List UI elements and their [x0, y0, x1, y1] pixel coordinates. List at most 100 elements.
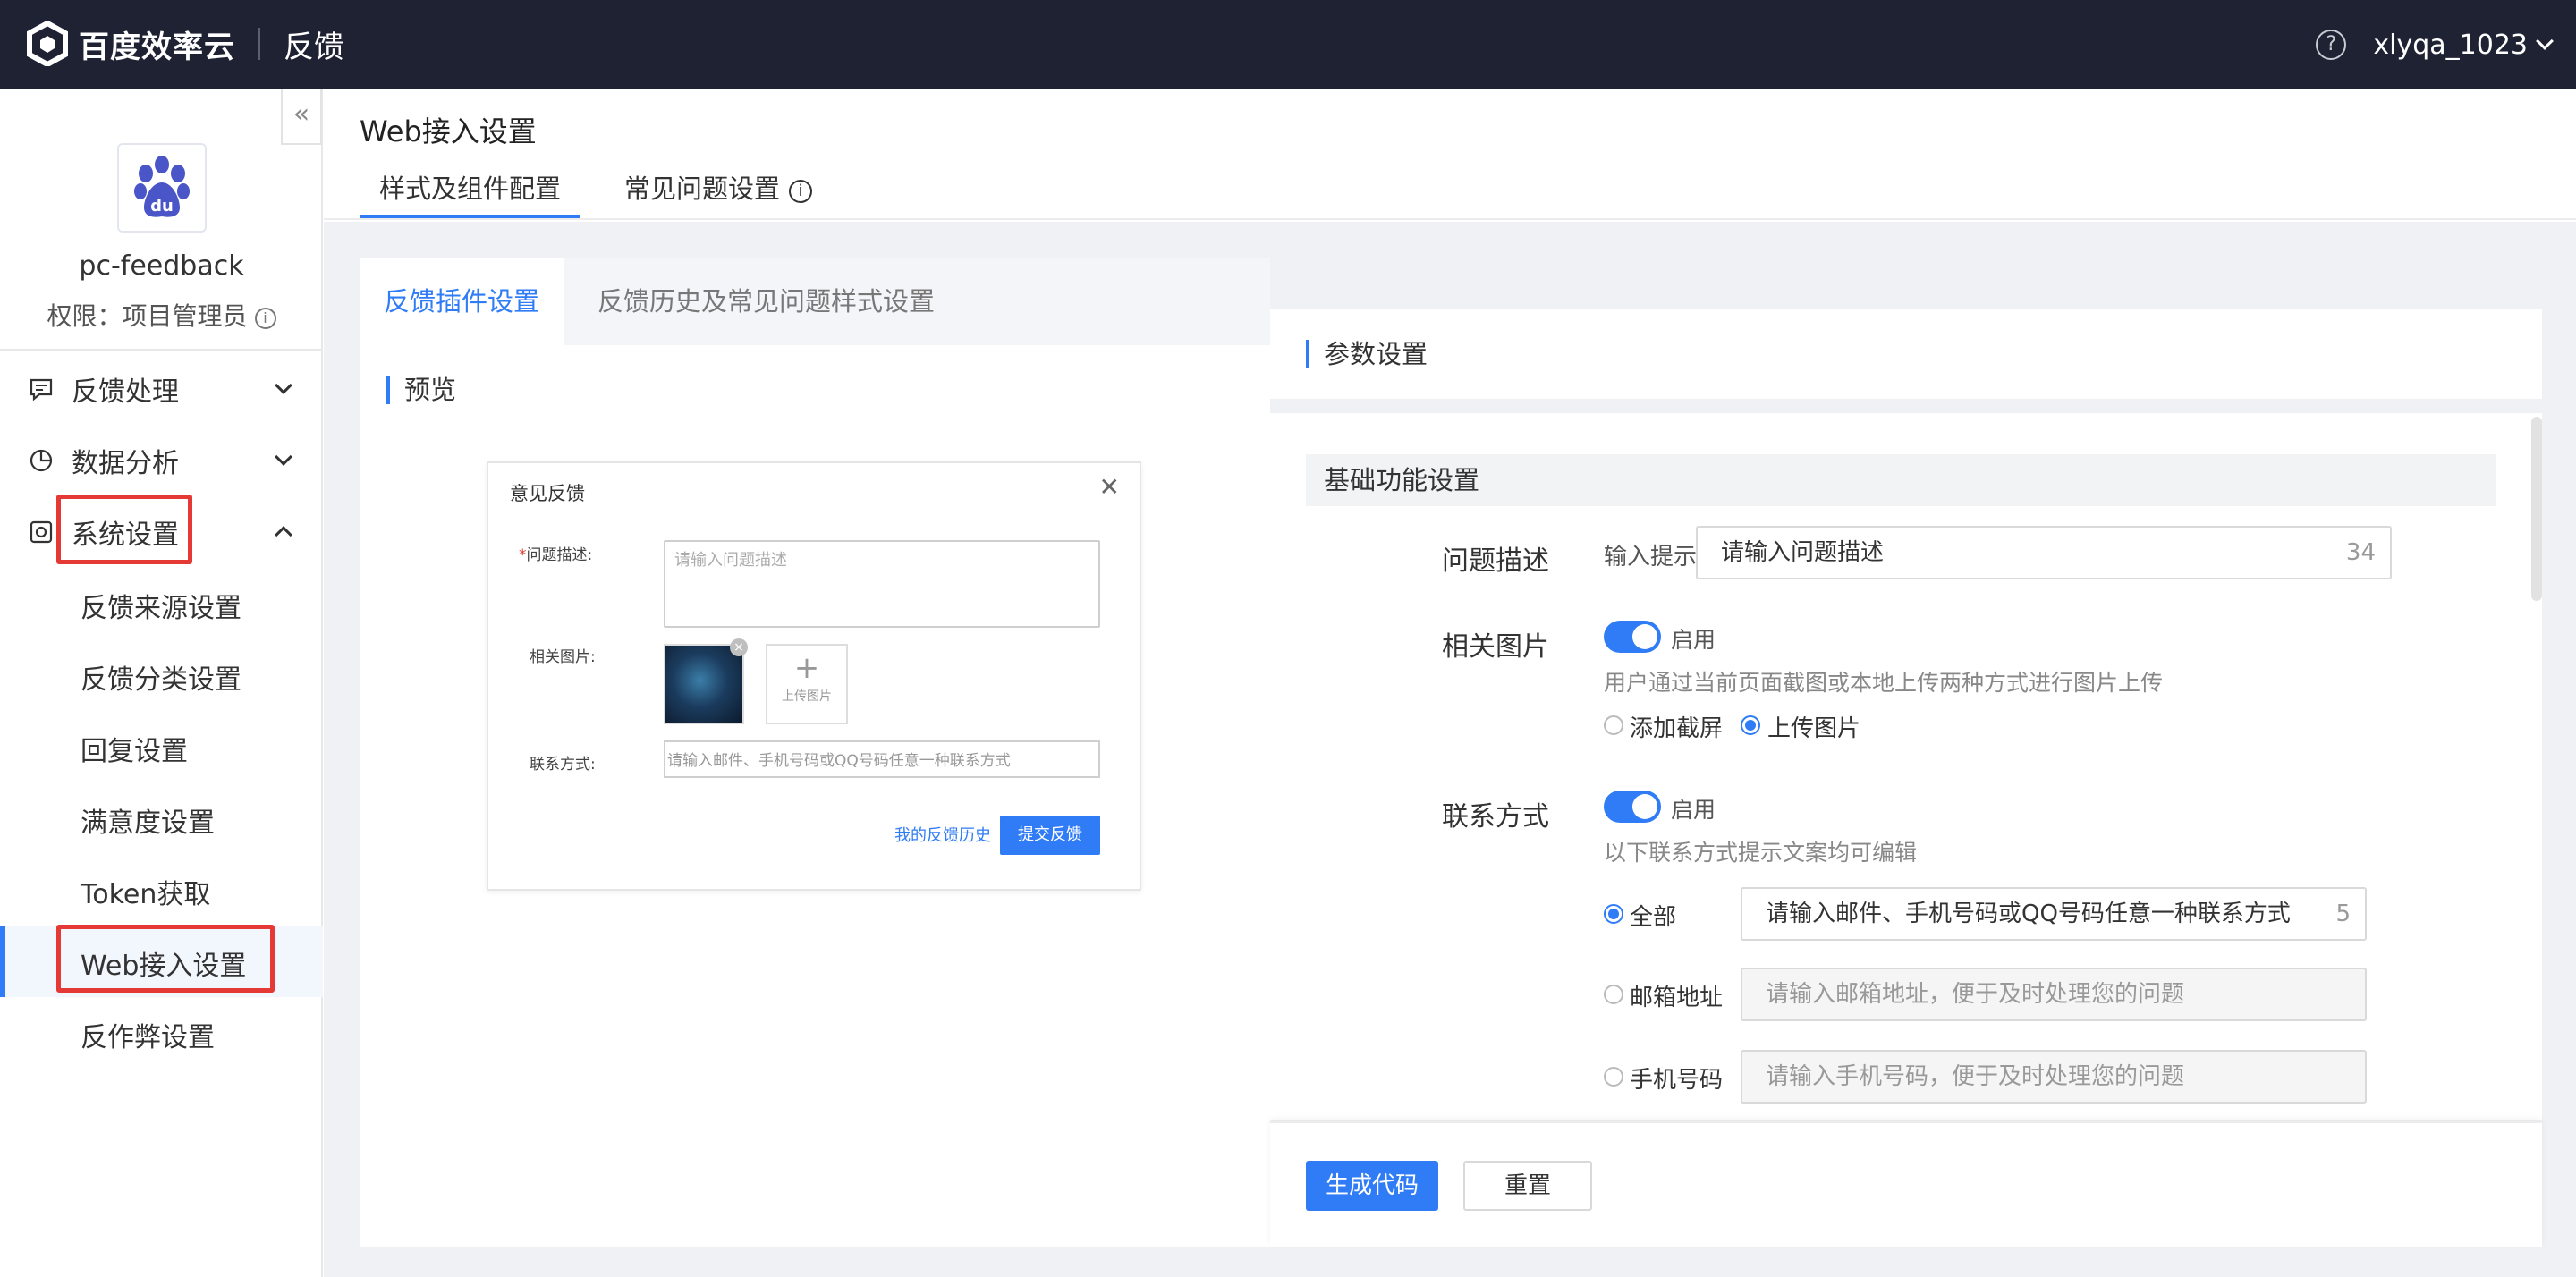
sidebar-item-label: 反馈分类设置 [80, 664, 242, 696]
hint-label: 输入提示 [1604, 544, 1698, 571]
preview-section-title: 预览 [386, 376, 456, 404]
problem-field-label: 问题描述 [1442, 545, 1549, 577]
sidebar-divider [0, 349, 323, 351]
params-section-title: 参数设置 [1306, 340, 1428, 368]
brand-divider [258, 28, 260, 60]
brand-logo-icon [27, 21, 68, 66]
problem-hint-value: 请输入问题描述 [1721, 539, 1885, 566]
submit-feedback-button[interactable]: 提交反馈 [1000, 816, 1100, 855]
info-circle-icon[interactable]: i [789, 180, 813, 203]
username[interactable]: xlyqa_1023 [2373, 30, 2528, 61]
contact-label: 联系方式: [530, 756, 596, 774]
page-title: Web接入设置 [360, 114, 537, 148]
sidebar-item-feedback-category[interactable]: 反馈分类设置 [0, 639, 323, 711]
inner-tab-bar: 反馈插件设置 反馈历史及常见问题样式设置 [360, 258, 1270, 345]
tab-faq-settings[interactable]: 常见问题设置 i [624, 168, 813, 218]
plus-icon: + [793, 650, 820, 686]
contact-all-input[interactable]: 请输入邮件、手机号码或QQ号码任意一种联系方式 5 [1741, 887, 2367, 941]
radio-contact-email[interactable] [1604, 985, 1623, 1004]
problem-hint-input[interactable]: 请输入问题描述 34 [1696, 526, 2392, 579]
scrollbar[interactable] [2531, 417, 2542, 601]
contact-email-input[interactable]: 请输入邮箱地址，便于及时处理您的问题 [1741, 968, 2367, 1021]
image-description: 用户通过当前页面截图或本地上传两种方式进行图片上传 [1604, 670, 2164, 696]
remove-image-icon[interactable]: × [730, 638, 748, 656]
generate-code-button[interactable]: 生成代码 [1306, 1161, 1438, 1211]
char-count: 34 [2345, 539, 2376, 566]
baidu-paw-icon: du [134, 156, 190, 217]
tab-label: 反馈历史及常见问题样式设置 [597, 286, 936, 317]
radio-label: 全部 [1630, 904, 1677, 931]
toggle-label: 启用 [1671, 627, 1716, 653]
sidebar-item-satisfaction[interactable]: 满意度设置 [0, 782, 323, 854]
main-header: Web接入设置 样式及组件配置 常见问题设置 i [324, 89, 2576, 220]
highlight-box-system-settings [56, 495, 192, 564]
dialog-title: 意见反馈 [510, 483, 585, 504]
highlight-box-web-access [56, 925, 275, 993]
message-icon [30, 378, 53, 402]
tab-label: 反馈插件设置 [383, 286, 539, 317]
radio-upload-image[interactable] [1741, 715, 1760, 735]
radio-label: 添加截屏 [1630, 715, 1724, 742]
contact-phone-input[interactable]: 请输入手机号码，便于及时处理您的问题 [1741, 1050, 2367, 1104]
radio-label: 手机号码 [1630, 1067, 1724, 1094]
nav-group-analytics[interactable]: 数据分析 [0, 434, 323, 487]
image-label: 相关图片: [530, 648, 596, 666]
image-enable-toggle[interactable] [1604, 621, 1661, 653]
radio-contact-phone[interactable] [1604, 1067, 1623, 1087]
sidebar: « du pc-feedback 权限：项目管理员 i 反馈处理 数据分析 系统… [0, 89, 323, 1277]
settings-icon [30, 520, 53, 544]
upload-label: 上传图片 [782, 689, 832, 704]
radio-label: 邮箱地址 [1630, 985, 1724, 1011]
tab-style-config[interactable]: 样式及组件配置 [360, 168, 581, 218]
chevron-down-icon [275, 376, 292, 394]
sidebar-item-label: 满意度设置 [80, 808, 215, 839]
pie-chart-icon [30, 449, 53, 472]
svg-text:du: du [150, 197, 174, 216]
sidebar-item-feedback-source[interactable]: 反馈来源设置 [0, 568, 323, 639]
brand-name: 百度效率云 [79, 29, 235, 65]
tab-history-style-settings[interactable]: 反馈历史及常见问题样式设置 [597, 258, 935, 345]
nav-group-label: 数据分析 [72, 448, 179, 479]
radio-contact-all[interactable] [1604, 904, 1623, 924]
nav-group-feedback[interactable]: 反馈处理 [0, 362, 323, 416]
tab-plugin-settings[interactable]: 反馈插件设置 [360, 258, 564, 345]
reset-button[interactable]: 重置 [1463, 1161, 1592, 1211]
radio-label: 上传图片 [1767, 715, 1861, 742]
sidebar-item-label: 反作弊设置 [80, 1022, 215, 1053]
problem-label: *问题描述: [519, 546, 593, 564]
project-name: pc-feedback [79, 250, 244, 282]
contact-description: 以下联系方式提示文案均可编辑 [1604, 840, 1918, 866]
uploaded-image-thumbnail[interactable] [664, 644, 744, 724]
sidebar-item-label: 反馈来源设置 [80, 593, 242, 624]
info-circle-icon[interactable]: i [254, 308, 276, 329]
history-link[interactable]: 我的反馈历史 [894, 823, 991, 846]
user-area: ? xlyqa_1023 [2316, 25, 2554, 64]
radio-screenshot[interactable] [1604, 715, 1623, 735]
upload-image-button[interactable]: + 上传图片 [766, 644, 848, 724]
product-name: 反馈 [284, 29, 344, 65]
tab-label: 常见问题设置 [624, 173, 781, 204]
chevron-up-icon [275, 526, 292, 544]
project-role: 权限：项目管理员 i [0, 297, 323, 333]
chevron-down-icon[interactable] [2536, 32, 2554, 50]
top-bar: 百度效率云 反馈 ? xlyqa_1023 [0, 0, 2576, 89]
contact-enable-toggle[interactable] [1604, 791, 1661, 823]
close-icon[interactable]: ✕ [1099, 472, 1120, 502]
contact-input[interactable]: 请输入邮件、手机号码或QQ号码任意一种联系方式 [664, 740, 1100, 778]
sidebar-item-token[interactable]: Token获取 [0, 854, 323, 926]
sidebar-item-reply[interactable]: 回复设置 [0, 711, 323, 782]
question-circle-icon[interactable]: ? [2316, 30, 2347, 60]
project-avatar: du [117, 143, 207, 233]
brand-logo[interactable]: 百度效率云 反馈 [27, 21, 344, 66]
toggle-label: 启用 [1671, 797, 1716, 823]
action-footer [1270, 1121, 2542, 1247]
sidebar-item-label: 回复设置 [80, 736, 188, 767]
image-field-label: 相关图片 [1442, 631, 1549, 663]
nav-group-label: 反馈处理 [72, 376, 179, 408]
params-header [1270, 309, 2542, 399]
problem-textarea[interactable]: 请输入问题描述 [664, 540, 1100, 628]
char-count: 5 [2335, 901, 2351, 927]
sidebar-item-anti-cheat[interactable]: 反作弊设置 [0, 997, 323, 1069]
double-chevron-left-icon[interactable]: « [281, 89, 322, 145]
chevron-down-icon [275, 448, 292, 466]
